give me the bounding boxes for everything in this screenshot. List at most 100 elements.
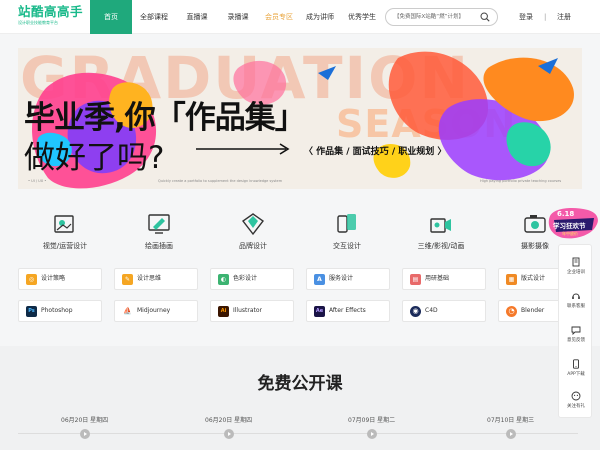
side-enterprise-training[interactable]: 企业培训 <box>559 257 593 275</box>
layout-icon: ▦ <box>506 274 517 285</box>
interaction-design-icon <box>337 214 356 233</box>
site-header: 站酷高高手 设计职业技能教育平台 首页 全部课程 直播课 录播课 会员专区 成为… <box>0 0 600 34</box>
banner-headline-1: 毕业季,你「作品集」 <box>24 100 306 136</box>
category-brand-design[interactable]: 品牌设计 <box>208 211 298 251</box>
research-icon: ▤ <box>410 274 421 285</box>
logo-subtitle: 设计职业技能教育平台 <box>18 20 58 25</box>
tag-label: 版式设计 <box>521 275 546 282</box>
tag-label: 用研基础 <box>425 275 450 282</box>
side-label: 联系客服 <box>567 304 585 309</box>
tag-color-design[interactable]: ◐ 色彩设计 <box>210 268 294 290</box>
promo-badge[interactable]: 6.18 学习狂欢节 年中放价 <box>548 206 600 242</box>
arrow-right-icon <box>196 143 290 155</box>
search-icon[interactable] <box>480 12 490 22</box>
tag-label: Photoshop <box>41 307 73 314</box>
photoshop-icon: Ps <box>26 306 37 317</box>
banner-tagline: 〈 作品集 / 面试技巧 / 职业规划 〉 <box>304 147 447 157</box>
nav-item-recorded[interactable]: 录播课 <box>218 0 258 34</box>
after-effects-icon: Ae <box>314 306 325 317</box>
tag-service-design[interactable]: A 服务设计 <box>306 268 390 290</box>
c4d-icon: ◉ <box>410 306 421 317</box>
site-logo[interactable]: 站酷高高手 设计职业技能教育平台 <box>18 4 84 29</box>
category-visual-design[interactable]: 视觉/运营设计 <box>20 211 110 251</box>
tag-illustrator[interactable]: Ai Illustrator <box>210 300 294 322</box>
tag-midjourney[interactable]: ⛵ Midjourney <box>114 300 198 322</box>
illustrator-icon: Ai <box>218 306 229 317</box>
nav-item-vip[interactable]: 会员专区 <box>258 0 300 34</box>
category-illustration[interactable]: 绘画插画 <box>114 211 204 251</box>
main-nav: 首页 全部课程 直播课 录播课 会员专区 成为讲师 优秀学生 <box>90 0 384 34</box>
tag-label: Midjourney <box>137 307 171 314</box>
tag-label: Blender <box>521 307 545 314</box>
side-app-download[interactable]: APP下载 <box>559 359 593 377</box>
category-interaction-design[interactable]: 交互设计 <box>302 211 392 251</box>
nav-item-become-teacher[interactable]: 成为讲师 <box>300 0 340 34</box>
feedback-icon <box>571 326 581 335</box>
side-follow-gift[interactable]: 关注有礼 <box>559 391 593 409</box>
svg-text:6.18: 6.18 <box>557 210 574 218</box>
hero-banner[interactable]: GRADUATION SEASON 毕业季,你「作品集」 做好了吗? 〈 作品集… <box>18 48 582 189</box>
side-label: 关注有礼 <box>567 404 585 409</box>
banner-tiny-mid: Quickly create a portfolio to supplement… <box>158 179 283 183</box>
banner-headline-2: 做好了吗? <box>24 140 165 176</box>
free-courses-section: 免费公开课 06月20日 星期四 06月20日 星期四 07月09日 星期二 0… <box>0 346 600 450</box>
tag-user-research[interactable]: ▤ 用研基础 <box>402 268 486 290</box>
timeline-date: 07月10日 星期三 <box>487 417 535 424</box>
tag-label: 服务设计 <box>329 275 354 282</box>
category-label: 交互设计 <box>333 242 361 250</box>
nav-item-all-courses[interactable]: 全部课程 <box>132 0 176 34</box>
app-download-icon <box>573 359 579 369</box>
side-customer-service[interactable]: 联系客服 <box>559 291 593 309</box>
brand-design-icon <box>241 213 265 236</box>
tag-c4d[interactable]: ◉ C4D <box>402 300 486 322</box>
customer-service-icon <box>572 293 580 299</box>
category-label: 三维/影视/动画 <box>417 242 465 250</box>
timeline-date: 06月20日 星期四 <box>205 417 253 424</box>
tag-label: After Effects <box>329 307 366 314</box>
play-icon[interactable] <box>506 429 516 439</box>
midjourney-icon: ⛵ <box>122 306 133 317</box>
play-icon[interactable] <box>367 429 377 439</box>
illustration-icon <box>148 214 170 234</box>
follow-gift-icon <box>571 391 581 401</box>
blender-icon: ◔ <box>506 306 517 317</box>
play-icon[interactable] <box>224 429 234 439</box>
side-label: APP下载 <box>567 372 585 377</box>
banner-tiny-right: High paying portfolio private teaching c… <box>480 179 562 183</box>
register-link[interactable]: 注册 <box>557 0 571 34</box>
banner-tiny-left: • UI / UX • <box>28 179 47 183</box>
tag-label: 设计思维 <box>137 275 162 282</box>
thinking-icon: ✎ <box>122 274 133 285</box>
nav-item-students[interactable]: 优秀学生 <box>340 0 384 34</box>
nav-item-live[interactable]: 直播课 <box>176 0 218 34</box>
tag-after-effects[interactable]: Ae After Effects <box>306 300 390 322</box>
side-panel: 企业培训 联系客服 意见反馈 APP下载 关注有礼 <box>558 244 592 418</box>
side-label: 意见反馈 <box>567 338 585 343</box>
tag-label: 色彩设计 <box>233 275 258 282</box>
color-icon: ◐ <box>218 274 229 285</box>
tag-label: Illustrator <box>233 307 263 314</box>
visual-design-icon <box>54 215 74 233</box>
tag-design-thinking[interactable]: ✎ 设计思维 <box>114 268 198 290</box>
timeline-date: 06月20日 星期四 <box>61 417 109 424</box>
promo-title: 学习狂欢节 <box>553 222 586 230</box>
search-input[interactable]: 【免费国际X站酷“燃”计划】 <box>394 9 480 25</box>
logo-title: 站酷高高手 <box>18 4 84 19</box>
side-label: 企业培训 <box>567 270 585 275</box>
category-label: 视觉/运营设计 <box>42 242 88 250</box>
tag-label: C4D <box>425 307 438 314</box>
category-3d-animation[interactable]: 三维/影视/动画 <box>396 211 486 251</box>
side-feedback[interactable]: 意见反馈 <box>559 325 593 343</box>
login-link[interactable]: 登录 <box>519 0 533 34</box>
tag-photoshop[interactable]: Ps Photoshop <box>18 300 102 322</box>
play-icon[interactable] <box>80 429 90 439</box>
timeline-line <box>18 433 578 434</box>
promo-subtitle: 年中放价 <box>562 231 578 236</box>
nav-item-home[interactable]: 首页 <box>90 0 132 34</box>
tag-design-strategy[interactable]: ◎ 设计策略 <box>18 268 102 290</box>
timeline-date: 07月09日 星期二 <box>348 417 396 424</box>
enterprise-training-icon <box>572 257 580 267</box>
3d-animation-icon <box>430 218 451 233</box>
search-box[interactable]: 【免费国际X站酷“燃”计划】 <box>385 8 498 26</box>
service-icon: A <box>314 274 325 285</box>
